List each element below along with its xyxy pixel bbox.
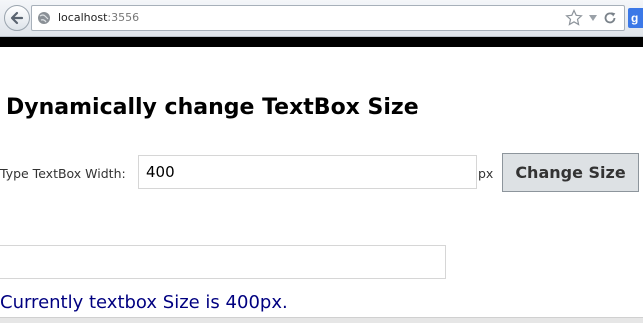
url-host: localhost [58, 11, 108, 24]
url-text: localhost:3556 [58, 11, 139, 24]
page-header-band [0, 37, 643, 47]
search-engine-icon[interactable]: g [628, 8, 643, 28]
refresh-icon[interactable] [603, 11, 617, 25]
back-arrow-icon [10, 11, 24, 25]
url-port: :3556 [107, 11, 140, 24]
address-bar[interactable]: localhost:3556 [31, 5, 625, 31]
page-title: Dynamically change TextBox Size [6, 95, 419, 120]
change-size-button[interactable]: Change Size [502, 153, 639, 192]
px-unit-label: px [478, 166, 494, 181]
browser-toolbar: localhost:3556 g [0, 0, 643, 37]
back-button[interactable] [4, 5, 30, 31]
resized-textbox[interactable] [0, 245, 446, 279]
star-icon[interactable] [565, 9, 583, 27]
status-message: Currently textbox Size is 400px. [0, 292, 288, 313]
globe-icon [38, 12, 50, 24]
dropdown-icon[interactable] [588, 14, 598, 22]
horizontal-scrollbar[interactable] [0, 317, 643, 323]
width-input[interactable] [138, 155, 477, 189]
width-label: Type TextBox Width: [0, 166, 126, 181]
